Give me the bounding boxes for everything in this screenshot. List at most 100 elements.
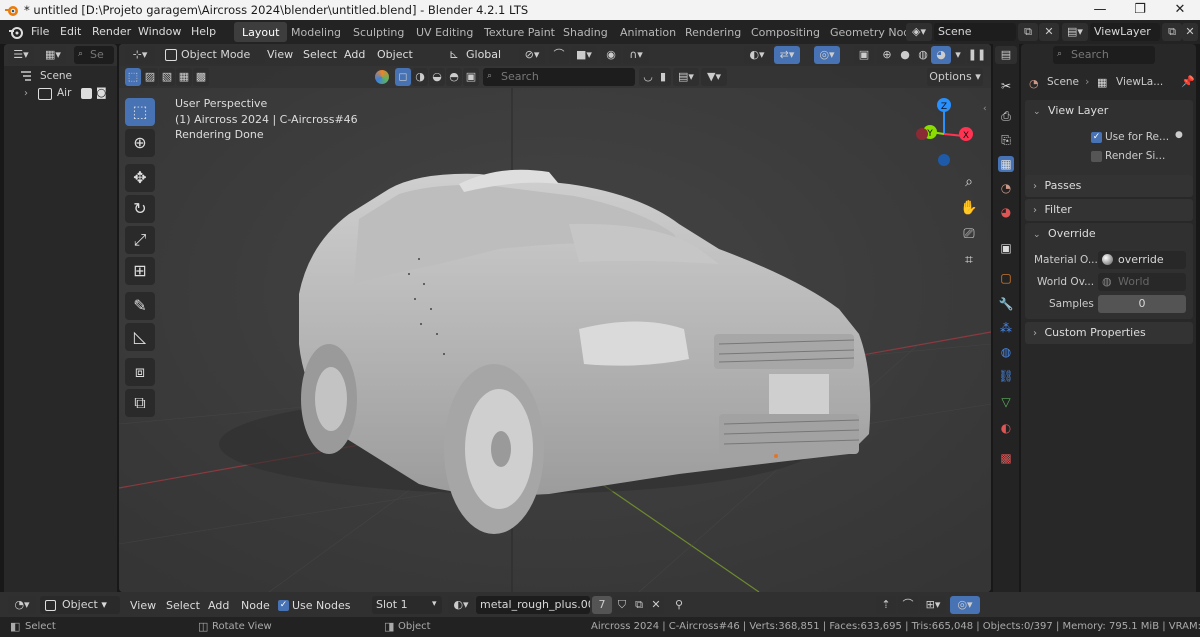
transform-tool[interactable]: ⊞ <box>125 257 155 285</box>
new-view-layer-icon[interactable]: ⧉ <box>1162 23 1182 41</box>
select-intersect-icon[interactable]: ▩ <box>193 68 209 86</box>
filter-light-icon[interactable]: ◑ <box>412 68 428 86</box>
filter-image-icon[interactable]: ▣ <box>463 68 479 86</box>
render-tab-icon[interactable]: ⎙ <box>998 108 1014 124</box>
material-users-count[interactable]: 7 <box>592 596 612 614</box>
snap-icon[interactable]: ⌒ <box>898 596 918 614</box>
bookmark-icon[interactable]: ▮ <box>655 68 671 86</box>
sidebar-toggle-icon[interactable]: ‹ <box>983 104 987 114</box>
transform-orientation-label[interactable]: Global <box>466 48 501 61</box>
workspace-tab-rendering[interactable]: Rendering <box>677 22 749 42</box>
select-invert-icon[interactable]: ▦ <box>176 68 192 86</box>
tool-tab-icon[interactable]: ✂ <box>998 78 1014 94</box>
shading-solid-icon[interactable]: ● <box>895 46 915 64</box>
workspace-tab-texture-paint[interactable]: Texture Paint <box>476 22 563 42</box>
select-extend-icon[interactable]: ▨ <box>142 68 158 86</box>
select-menu[interactable]: Select <box>303 48 337 61</box>
3d-viewport[interactable]: ⊹▾ Object Mode View Select Add Object ⊾ … <box>119 44 991 592</box>
view-layer-name-field[interactable]: ViewLayer <box>1090 23 1160 41</box>
menu-edit[interactable]: Edit <box>60 25 81 38</box>
delete-scene-icon[interactable]: ✕ <box>1039 23 1059 41</box>
modifier-tab-icon[interactable]: 🔧 <box>998 296 1014 312</box>
scale-tool[interactable]: ⤢ <box>125 226 155 254</box>
add-object-tool[interactable]: ⧉ <box>125 389 155 417</box>
footer-add-menu[interactable]: Add <box>208 599 229 612</box>
workspace-tab-geometry-nodes[interactable]: Geometry Nod <box>822 22 918 42</box>
filter-mesh-icon[interactable]: ◻ <box>395 68 411 86</box>
perspective-toggle-icon[interactable]: ⌗ <box>957 248 981 272</box>
move-tool[interactable]: ✥ <box>125 164 155 192</box>
filter-funnel-icon[interactable]: ▼▾ <box>701 68 727 86</box>
footer-view-menu[interactable]: View <box>130 599 156 612</box>
gizmo-toggle-icon[interactable]: ⇄▾ <box>774 46 800 64</box>
workspace-tab-sculpting[interactable]: Sculpting <box>345 22 412 42</box>
delete-view-layer-icon[interactable]: ✕ <box>1182 23 1198 41</box>
blender-menu-icon[interactable] <box>8 24 24 40</box>
section-passes[interactable]: › Passes <box>1025 175 1193 197</box>
pause-render-icon[interactable]: ❚❚ <box>967 46 987 64</box>
menu-render[interactable]: Render <box>92 25 131 38</box>
view-menu[interactable]: View <box>267 48 293 61</box>
xray-icon[interactable]: ▣ <box>854 46 874 64</box>
expand-arrow-icon[interactable]: › <box>24 88 28 99</box>
data-tab-icon[interactable]: ▽ <box>998 394 1014 410</box>
material-tab-icon[interactable]: ◐ <box>998 420 1014 436</box>
use-for-render-checkbox[interactable]: ✓ <box>1091 132 1102 143</box>
outliner-scene-label[interactable]: Scene <box>40 70 72 82</box>
outliner-collection-label[interactable]: Air <box>57 87 71 99</box>
camera-view-icon[interactable]: ⎚ <box>957 222 981 246</box>
minimize-button[interactable]: — <box>1080 0 1120 20</box>
object-menu[interactable]: Object <box>377 48 413 61</box>
annotate-tool[interactable]: ✎ <box>125 292 155 320</box>
snap-target-icon[interactable]: ■▾ <box>571 46 597 64</box>
filter-material-icon[interactable]: ◒ <box>429 68 445 86</box>
menu-help[interactable]: Help <box>191 25 216 38</box>
options-button[interactable]: Options ▾ <box>927 68 983 86</box>
properties-editor-type-icon[interactable]: ▤ <box>995 46 1017 64</box>
material-browse-icon[interactable]: ◐▾ <box>448 596 474 614</box>
section-filter[interactable]: › Filter <box>1025 199 1193 221</box>
scene-selector-icon[interactable]: ◈▾ <box>906 23 932 41</box>
samples-field[interactable]: 0 <box>1098 295 1186 313</box>
workspace-tab-modeling[interactable]: Modeling <box>283 22 349 42</box>
footer-select-menu[interactable]: Select <box>166 599 200 612</box>
add-menu[interactable]: Add <box>344 48 365 61</box>
snap-icon[interactable]: ⌒ <box>549 46 569 64</box>
workspace-tab-animation[interactable]: Animation <box>612 22 684 42</box>
pin-icon[interactable]: 📌 <box>1181 75 1195 88</box>
overlay-toggle-icon[interactable]: ◎▾ <box>950 596 980 614</box>
shading-rendered-icon[interactable]: ◕ <box>931 46 951 64</box>
proportional-edit-icon[interactable]: ◉ <box>601 46 621 64</box>
cursor-tool[interactable]: ⊕ <box>125 129 155 157</box>
workspace-tab-shading[interactable]: Shading <box>555 22 616 42</box>
properties-search-input[interactable]: Search <box>1053 46 1155 64</box>
pan-hand-icon[interactable]: ✋ <box>957 196 981 220</box>
camera-icon[interactable]: ◙ <box>96 86 107 99</box>
duplicate-material-icon[interactable]: ⧉ <box>631 596 647 614</box>
scene-name-field[interactable]: Scene <box>934 23 1016 41</box>
menu-file[interactable]: File <box>31 25 49 38</box>
pin-icon[interactable]: ⚲ <box>670 596 688 614</box>
particles-tab-icon[interactable]: ⁂ <box>998 320 1014 336</box>
use-nodes-checkbox[interactable]: ✓ <box>278 600 289 611</box>
select-box-tool[interactable]: ⬚ <box>125 98 155 126</box>
select-subtract-icon[interactable]: ▧ <box>159 68 175 86</box>
material-name-field[interactable]: metal_rough_plus.001 <box>476 596 590 614</box>
editor-type-icon[interactable]: ⊹▾ <box>125 46 155 64</box>
menu-window[interactable]: Window <box>138 25 181 38</box>
texture-tab-icon[interactable]: ▩ <box>998 450 1014 466</box>
maximize-button[interactable]: ❐ <box>1120 0 1160 20</box>
layout-icon[interactable]: ▤▾ <box>673 68 699 86</box>
filter-world-icon[interactable]: ◓ <box>446 68 462 86</box>
visibility-icon[interactable]: ◐▾ <box>744 46 770 64</box>
constraints-tab-icon[interactable]: ⛓ <box>998 368 1014 384</box>
falloff-icon[interactable]: ∩▾ <box>623 46 649 64</box>
shading-material-icon[interactable]: ◍ <box>913 46 933 64</box>
footer-node-menu[interactable]: Node <box>241 599 270 612</box>
output-tab-icon[interactable]: ⎘ <box>998 132 1014 148</box>
view-layer-selector-icon[interactable]: ▤▾ <box>1062 23 1088 41</box>
workspace-tab-compositing[interactable]: Compositing <box>743 22 828 42</box>
overlay-toggle-icon[interactable]: ◎▾ <box>814 46 840 64</box>
shading-wireframe-icon[interactable]: ⊕ <box>877 46 897 64</box>
new-scene-icon[interactable]: ⧉ <box>1018 23 1038 41</box>
